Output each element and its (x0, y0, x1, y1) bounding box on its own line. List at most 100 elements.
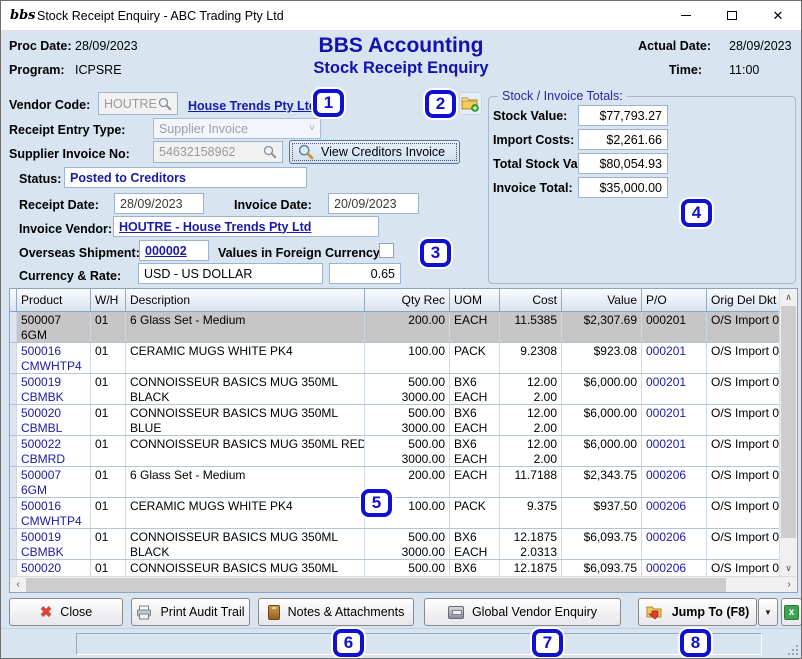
supplier-invoice-no-field[interactable]: 54632158962 (153, 141, 283, 163)
cell-product[interactable]: 500019CBMBK (17, 374, 91, 404)
invoice-date-value: 20/09/2023 (334, 197, 397, 211)
column-header-value[interactable]: Value (562, 289, 642, 311)
print-audit-trail-label: Print Audit Trail (160, 605, 244, 619)
horizontal-scrollbar-thumb[interactable] (26, 578, 726, 592)
row-selector[interactable] (10, 467, 17, 497)
overseas-shipment-link[interactable]: 000002 (145, 244, 187, 258)
callout-7: 7 (532, 629, 563, 657)
table-row[interactable]: 500019CBMBK01CONNOISSEUR BASICS MUG 350M… (10, 374, 779, 405)
table-row[interactable]: 500016CMWHTP401CERAMIC MUGS WHITE PK4100… (10, 343, 779, 374)
cell-po[interactable]: 000201 (642, 374, 707, 404)
table-row[interactable]: 500019CBMBK01CONNOISSEUR BASICS MUG 350M… (10, 529, 779, 560)
foreign-currency-checkbox[interactable] (379, 243, 394, 258)
attachments-folder-button[interactable] (459, 92, 482, 115)
vertical-scrollbar[interactable]: ∧ ∨ (779, 289, 797, 576)
jump-to-dropdown-button[interactable]: ▼ (758, 598, 778, 626)
column-header-orig-del-dkt[interactable]: Orig Del Dkt (707, 289, 779, 311)
table-row[interactable]: 500022CBMRD01CONNOISSEUR BASICS MUG 350M… (10, 436, 779, 467)
cell-warehouse: 01 (91, 467, 126, 497)
scroll-left-icon[interactable]: ‹ (10, 579, 26, 590)
invoice-vendor-link[interactable]: HOUTRE - House Trends Pty Ltd (119, 220, 311, 234)
vendor-code-field[interactable]: HOUTRE (98, 92, 178, 115)
cell-po[interactable]: 000201 (642, 312, 707, 342)
cell-product[interactable]: 500019CBMBK (17, 529, 91, 559)
notes-icon (268, 605, 280, 620)
close-button[interactable]: ✖ Close (9, 598, 123, 626)
table-row[interactable]: 500016CMWHTP401CERAMIC MUGS WHITE PK4100… (10, 498, 779, 529)
row-selector[interactable] (10, 374, 17, 404)
cell-cost: 9.2308 (500, 343, 562, 373)
cell-product[interactable]: 500020 (17, 560, 91, 576)
cell-product[interactable]: 5000076GM (17, 467, 91, 497)
app-window: bbs Stock Receipt Enquiry - ABC Trading … (0, 0, 802, 659)
vendor-name-link[interactable]: House Trends Pty Ltd (188, 99, 317, 113)
scroll-up-icon[interactable]: ∧ (780, 289, 797, 305)
minimize-icon (681, 15, 691, 16)
callout-4: 4 (681, 199, 712, 227)
cell-qty-rec: 200.00 (365, 312, 450, 342)
cell-po[interactable]: 000206 (642, 529, 707, 559)
column-header-wh[interactable]: W/H (91, 289, 126, 311)
jump-to-button[interactable]: Jump To (F8) (638, 598, 757, 626)
stock-value: $77,793.27 (599, 109, 662, 123)
cell-cost: 11.5385 (500, 312, 562, 342)
cell-po[interactable]: 000201 (642, 343, 707, 373)
title-bar: bbs Stock Receipt Enquiry - ABC Trading … (1, 1, 801, 31)
currency-rate-label: Currency & Rate: (19, 269, 121, 283)
column-header-po[interactable]: P/O (642, 289, 707, 311)
cell-product[interactable]: 500016CMWHTP4 (17, 343, 91, 373)
cell-po[interactable]: 000201 (642, 436, 707, 466)
minimize-button[interactable] (663, 1, 709, 30)
cell-cost: 12.002.00 (500, 436, 562, 466)
column-header-qty-rec[interactable]: Qty Rec (365, 289, 450, 311)
export-excel-button[interactable]: x (781, 598, 802, 626)
rate-value: 0.65 (371, 267, 395, 281)
cell-warehouse: 01 (91, 405, 126, 435)
row-selector[interactable] (10, 405, 17, 435)
import-costs-value: $2,261.66 (606, 133, 662, 147)
row-selector[interactable] (10, 436, 17, 466)
scroll-right-icon[interactable]: › (781, 579, 797, 590)
row-selector[interactable] (10, 529, 17, 559)
vertical-scrollbar-thumb[interactable] (781, 306, 796, 538)
column-header-cost[interactable]: Cost (500, 289, 562, 311)
cell-product[interactable]: 5000076GM (17, 312, 91, 342)
cell-product[interactable]: 500022CBMRD (17, 436, 91, 466)
cell-value: $937.50 (562, 498, 642, 528)
print-audit-trail-button[interactable]: Print Audit Trail (131, 598, 250, 626)
table-row[interactable]: 5000076GM016 Glass Set - Medium200.00EAC… (10, 467, 779, 498)
cell-orig-del-dkt: O/S Import 0 (707, 498, 779, 528)
search-icon[interactable] (158, 97, 172, 111)
column-header-description[interactable]: Description (126, 289, 365, 311)
table-row[interactable]: 500020CBMBL01CONNOISSEUR BASICS MUG 350M… (10, 405, 779, 436)
table-row[interactable]: 5000076GM016 Glass Set - Medium200.00EAC… (10, 312, 779, 343)
maximize-button[interactable] (709, 1, 755, 30)
view-creditors-invoice-button[interactable]: View Creditors Invoice (289, 140, 460, 164)
table-row[interactable]: 50002001CONNOISSEUR BASICS MUG 350ML500.… (10, 560, 779, 576)
row-selector[interactable] (10, 312, 17, 342)
column-header-product[interactable]: Product (17, 289, 91, 311)
cell-description: CONNOISSEUR BASICS MUG 350MLBLUE (126, 405, 365, 435)
receipt-entry-type-select[interactable]: Supplier Invoice ˅ (153, 118, 321, 139)
cell-po[interactable]: 000206 (642, 560, 707, 576)
column-header-uom[interactable]: UOM (450, 289, 500, 311)
cell-product[interactable]: 500016CMWHTP4 (17, 498, 91, 528)
global-vendor-enquiry-button[interactable]: Global Vendor Enquiry (424, 598, 621, 626)
cell-po[interactable]: 000206 (642, 467, 707, 497)
horizontal-scrollbar[interactable]: ‹ › (10, 576, 797, 592)
cell-value: $6,000.00 (562, 436, 642, 466)
status-label: Status: (19, 172, 61, 186)
cell-description: CERAMIC MUGS WHITE PK4 (126, 343, 365, 373)
row-selector[interactable] (10, 560, 17, 576)
search-icon[interactable] (263, 145, 277, 159)
row-selector[interactable] (10, 498, 17, 528)
row-selector[interactable] (10, 343, 17, 373)
close-window-button[interactable]: ✕ (755, 1, 801, 30)
cell-warehouse: 01 (91, 312, 126, 342)
scroll-down-icon[interactable]: ∨ (780, 560, 797, 576)
cell-product[interactable]: 500020CBMBL (17, 405, 91, 435)
cell-po[interactable]: 000206 (642, 498, 707, 528)
notes-attachments-button[interactable]: Notes & Attachments (258, 598, 414, 626)
cell-po[interactable]: 000201 (642, 405, 707, 435)
resize-grip[interactable] (786, 643, 798, 655)
